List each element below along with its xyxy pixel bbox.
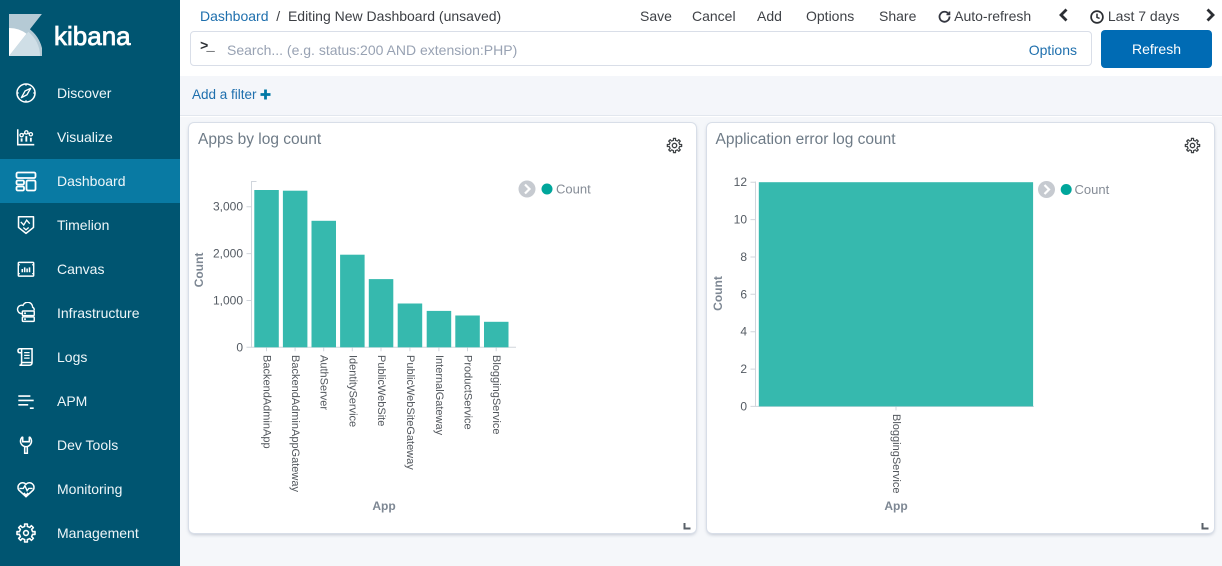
svg-text:AuthServer: AuthServer [318, 355, 330, 410]
svg-text:Count: Count [192, 253, 206, 288]
svg-text:4: 4 [740, 325, 747, 339]
svg-text:2,000: 2,000 [213, 247, 243, 261]
svg-text:8: 8 [740, 250, 747, 264]
svg-text:3,000: 3,000 [213, 200, 243, 214]
svg-text:0: 0 [236, 340, 243, 354]
svg-text:2: 2 [740, 362, 747, 376]
svg-text:Count: Count [1074, 182, 1109, 197]
svg-text:App: App [884, 499, 907, 513]
svg-text:IdentityService: IdentityService [346, 355, 358, 427]
svg-text:10: 10 [733, 213, 747, 227]
svg-text:App: App [372, 499, 395, 513]
svg-text:BloggingService: BloggingService [890, 414, 902, 494]
svg-text:Count: Count [556, 182, 591, 197]
svg-text:6: 6 [740, 287, 747, 301]
svg-text:0: 0 [740, 399, 747, 413]
svg-text:Count: Count [711, 276, 725, 311]
svg-text:BackendAdminApp: BackendAdminApp [261, 355, 273, 449]
svg-text:1,000: 1,000 [213, 294, 243, 308]
svg-text:12: 12 [733, 175, 747, 189]
svg-text:BackendAdminAppGateway: BackendAdminAppGateway [289, 355, 301, 492]
svg-text:ProductService: ProductService [462, 355, 474, 430]
svg-text:PublicWebSite: PublicWebSite [375, 355, 387, 426]
svg-text:BloggingService: BloggingService [490, 355, 502, 435]
svg-text:InternalGateway: InternalGateway [433, 355, 445, 436]
svg-text:PublicWebSiteGateway: PublicWebSiteGateway [404, 355, 416, 470]
